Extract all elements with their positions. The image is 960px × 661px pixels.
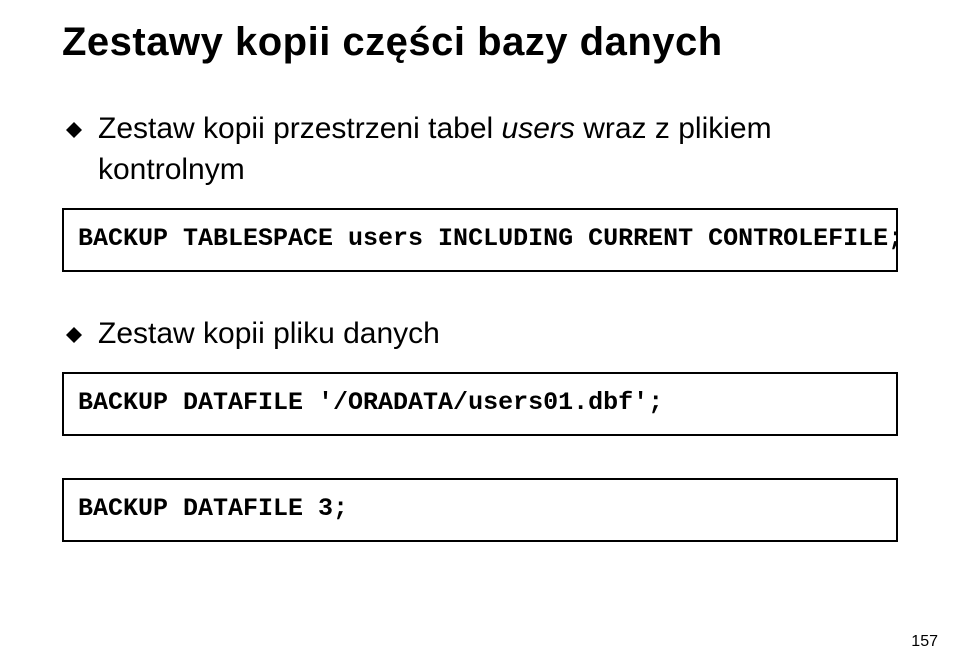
bullet-text-prefix: Zestaw kopii przestrzeni tabel (98, 112, 502, 145)
bullet-item: Zestaw kopii pliku danych (66, 314, 898, 355)
diamond-bullet-icon (66, 320, 86, 350)
diamond-bullet-icon (66, 115, 86, 145)
bullet-text-italic: users (502, 112, 575, 145)
bullet-text: Zestaw kopii przestrzeni tabel users wra… (98, 109, 898, 190)
bullet-text-prefix: Zestaw kopii pliku danych (98, 317, 440, 350)
bullet-item: Zestaw kopii przestrzeni tabel users wra… (66, 109, 898, 190)
page-number: 157 (911, 633, 938, 651)
code-line: BACKUP DATAFILE '/ORADATA/users01.dbf'; (78, 386, 882, 420)
code-line: BACKUP TABLESPACE users INCLUDING CURREN… (78, 222, 882, 256)
bullet-text: Zestaw kopii pliku danych (98, 314, 440, 355)
code-line: BACKUP DATAFILE 3; (78, 492, 882, 526)
code-block: BACKUP TABLESPACE users INCLUDING CURREN… (62, 208, 898, 272)
slide-page: Zestawy kopii części bazy danych Zestaw … (0, 0, 960, 661)
code-block: BACKUP DATAFILE 3; (62, 478, 898, 542)
code-block: BACKUP DATAFILE '/ORADATA/users01.dbf'; (62, 372, 898, 436)
page-title: Zestawy kopii części bazy danych (62, 20, 898, 65)
